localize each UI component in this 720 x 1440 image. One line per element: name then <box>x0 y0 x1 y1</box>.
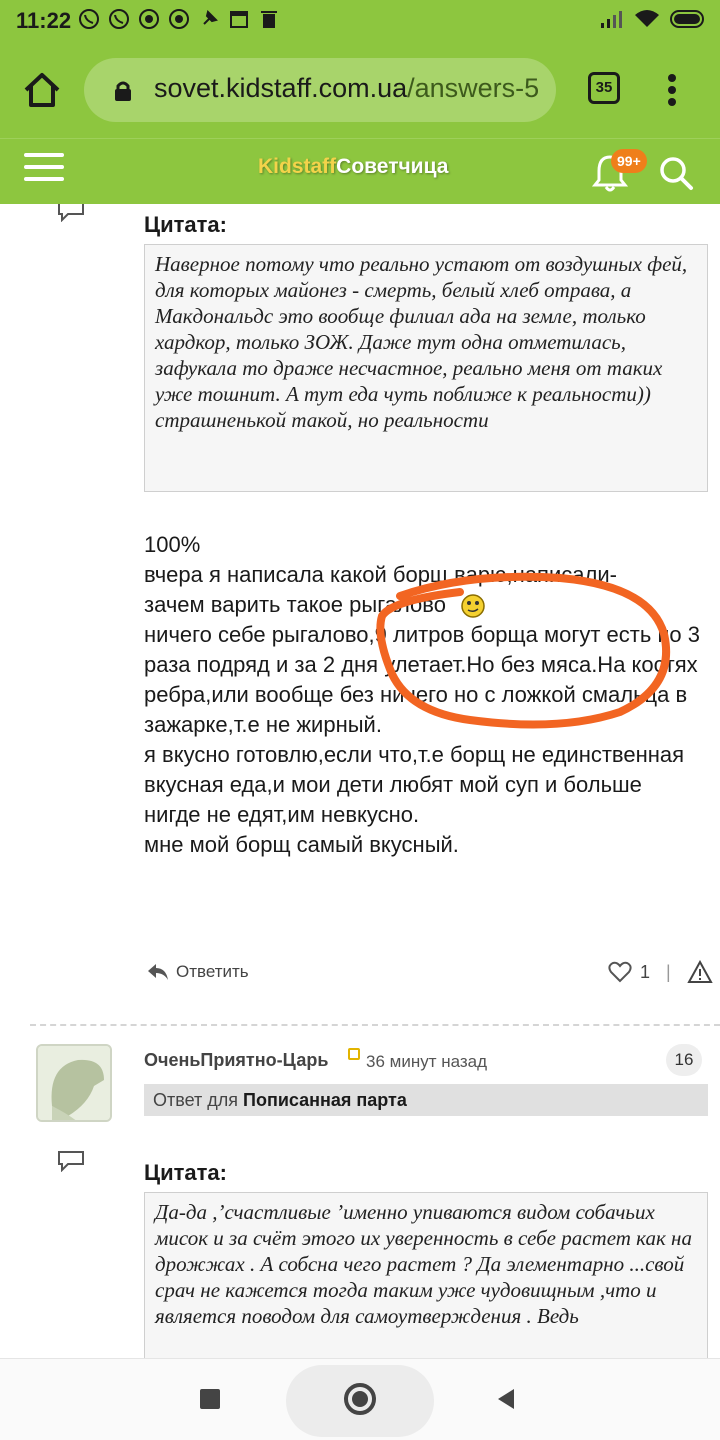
like-area: 1 | <box>608 960 713 984</box>
post-line-with-smiley: зачем варить такое рыгалово <box>144 590 704 620</box>
post-line: зачем варить такое рыгалово <box>144 592 446 617</box>
username[interactable]: ОченьПриятно-Царь <box>144 1050 328 1071</box>
status-time: 11:22 <box>16 8 72 33</box>
post-line: мне мой борщ самый вкусный. <box>144 832 459 857</box>
notification-badge: 99+ <box>611 149 647 173</box>
post-time: 36 минут назад <box>366 1052 488 1071</box>
post-paragraph: я вкусно готовлю,если что,т.е борщ не ед… <box>144 742 685 827</box>
battery-icon <box>670 10 704 28</box>
site-header: KidstaffСоветчица 99+ <box>0 138 720 204</box>
post-line: 100% <box>144 532 201 557</box>
reply-arrow-icon <box>148 964 168 980</box>
heart-icon[interactable] <box>608 961 632 983</box>
logo-sovetchica: Советчица <box>336 155 449 178</box>
comment-icon[interactable] <box>56 1150 86 1172</box>
site-logo[interactable]: KidstaffСоветчица <box>258 155 448 179</box>
home-icon[interactable] <box>22 70 62 110</box>
user-status-icon <box>348 1048 360 1060</box>
post-paragraph: ничего себе рыгалово,9 литров борща могу… <box>144 622 700 737</box>
post-number[interactable]: 16 <box>666 1044 702 1076</box>
reply-button[interactable]: Ответить <box>146 962 249 982</box>
trash-icon <box>261 11 277 28</box>
hamburger-menu-icon[interactable] <box>24 153 64 183</box>
calendar-icon <box>230 11 248 28</box>
reply-to-name[interactable]: Пописанная парта <box>243 1090 407 1110</box>
more-menu-icon[interactable] <box>662 70 682 110</box>
chrome-icon <box>169 9 189 29</box>
url-text: sovet.kidstaff.com.ua/answers-5 <box>154 73 539 104</box>
back-icon[interactable] <box>496 1387 516 1411</box>
search-icon[interactable] <box>658 155 694 191</box>
tab-count-button[interactable]: 35 <box>588 72 620 104</box>
quote-box: Наверное потому что реально устают от во… <box>144 244 708 492</box>
thread-content: Цитата: Наверное потому что реально уста… <box>0 204 720 1358</box>
quote-box: Да-да ,’счастливые ’именно упиваются вид… <box>144 1192 708 1358</box>
chrome-icon <box>139 9 159 29</box>
viber-icon <box>79 9 99 29</box>
browser-toolbar: sovet.kidstaff.com.ua/answers-5 35 <box>0 40 720 138</box>
reply-to-prefix: Ответ для <box>153 1090 239 1110</box>
url-path: /answers-5 <box>407 73 540 103</box>
post-separator <box>30 1024 720 1026</box>
system-icons <box>600 9 706 29</box>
divider: | <box>666 961 671 982</box>
comment-icon[interactable] <box>56 204 86 222</box>
signal-icon <box>601 11 622 28</box>
like-count: 1 <box>640 961 651 982</box>
avatar-silhouette-icon <box>38 1046 110 1120</box>
quote-label: Цитата: <box>144 1160 227 1185</box>
recents-button[interactable] <box>200 1389 220 1409</box>
post-body: 100% вчера я написала какой борщ варю,на… <box>144 530 704 860</box>
status-bar: 11:22 <box>0 0 720 40</box>
logo-kidstaff: Kidstaff <box>258 155 337 178</box>
address-bar[interactable]: sovet.kidstaff.com.ua/answers-5 <box>84 58 556 122</box>
reply-to-bar: Ответ для Пописанная парта <box>144 1084 708 1116</box>
notification-icons <box>78 8 280 30</box>
smiley-icon <box>461 594 485 618</box>
wifi-icon <box>635 10 659 27</box>
pin-icon <box>203 10 218 25</box>
url-domain: sovet.kidstaff.com.ua <box>154 73 408 103</box>
lock-icon <box>115 81 131 101</box>
post-line: вчера я написала какой борщ варю,написал… <box>144 562 617 587</box>
report-warning-icon[interactable] <box>687 960 713 984</box>
system-nav-bar <box>0 1358 720 1440</box>
avatar[interactable] <box>36 1044 112 1122</box>
reply-label: Ответить <box>176 962 249 981</box>
home-button[interactable] <box>344 1383 376 1415</box>
quote-label: Цитата: <box>144 212 227 237</box>
viber-icon <box>109 9 129 29</box>
